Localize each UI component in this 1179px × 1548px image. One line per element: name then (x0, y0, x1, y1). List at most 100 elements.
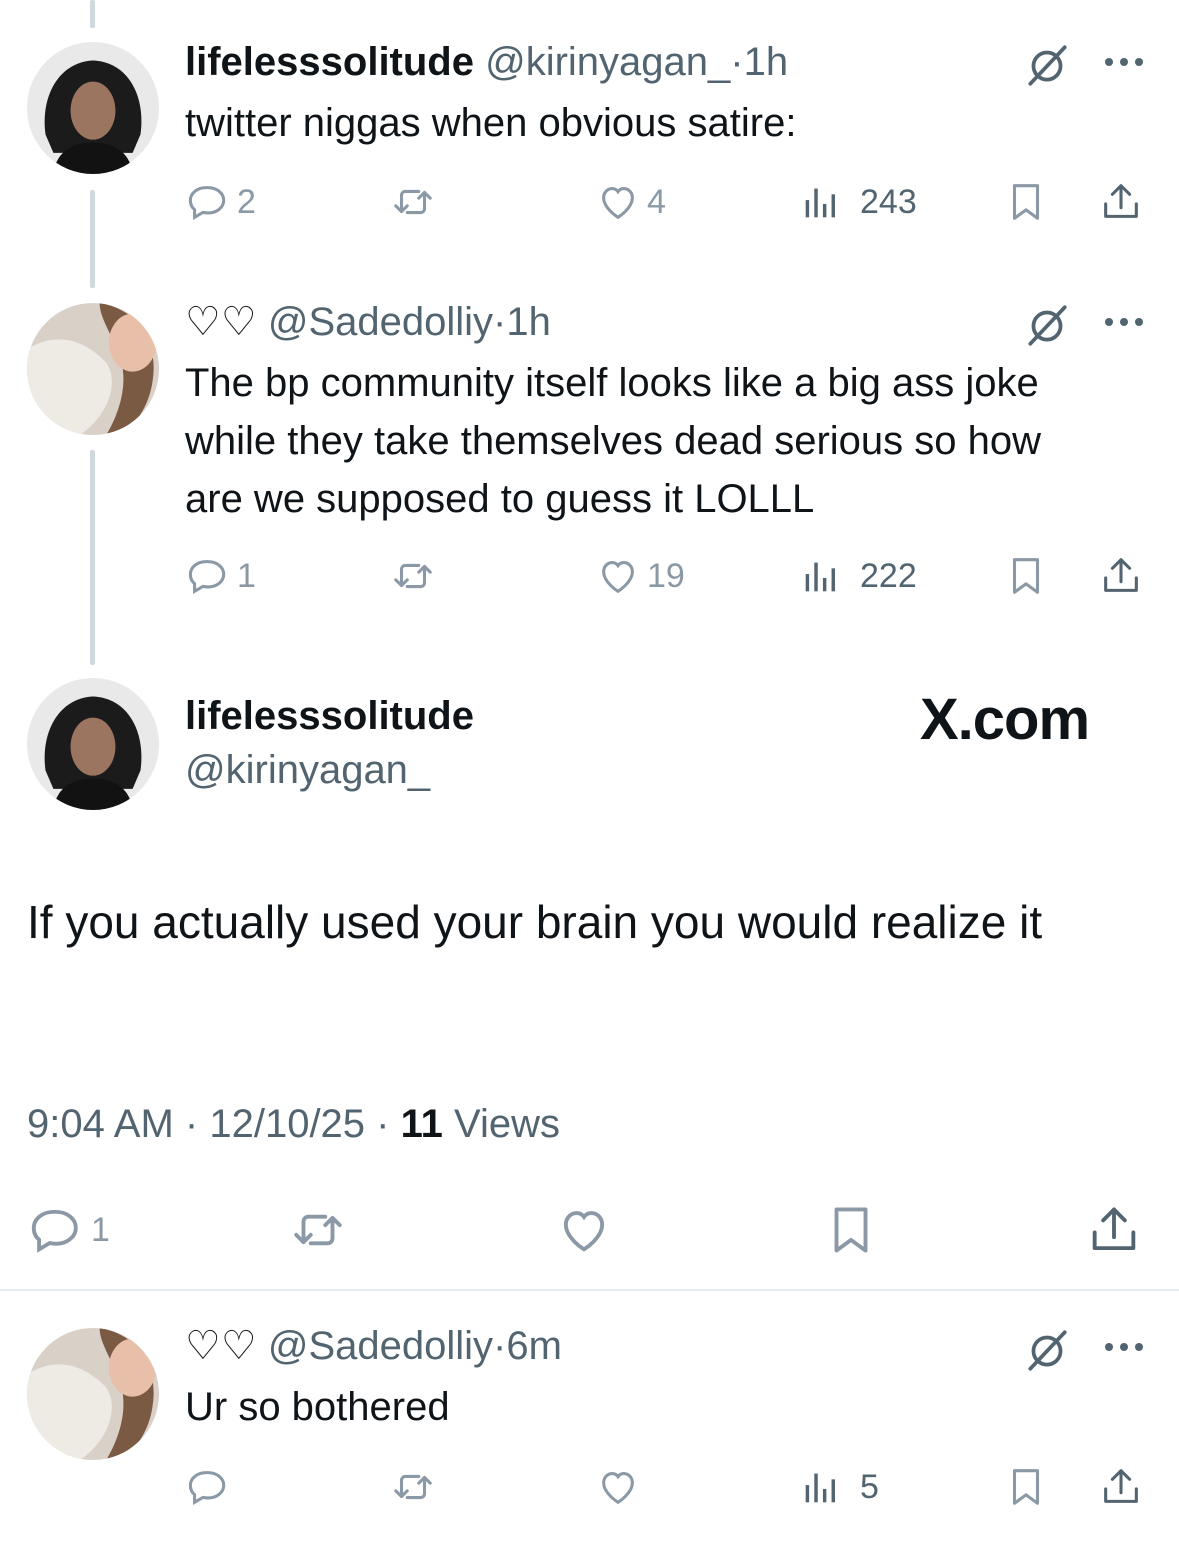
reply-count: 1 (91, 1210, 110, 1249)
like-icon (595, 1464, 641, 1510)
share-icon (1085, 1201, 1143, 1259)
retweet-icon (390, 179, 436, 225)
retweet-icon (289, 1201, 347, 1259)
like-button[interactable]: 19 (595, 551, 685, 601)
retweet-button[interactable] (390, 1462, 436, 1512)
separator: · (493, 300, 507, 344)
display-name[interactable]: ♡♡ (185, 300, 257, 344)
like-button[interactable] (595, 1462, 641, 1512)
avatar[interactable] (27, 42, 159, 174)
avatar-photo (27, 678, 159, 810)
like-icon (595, 553, 641, 599)
share-button[interactable] (1098, 1462, 1144, 1512)
avatar-photo (27, 1328, 159, 1460)
bookmark-icon (822, 1201, 880, 1259)
retweet-button[interactable] (390, 551, 436, 601)
like-button[interactable] (555, 1200, 613, 1260)
view-count: 5 (860, 1467, 879, 1506)
tweet-text: If you actually used your brain you woul… (27, 896, 1043, 948)
thread-line-1 (90, 190, 95, 288)
views-count[interactable]: 11 (401, 1102, 443, 1146)
like-count: 4 (647, 182, 666, 221)
avatar-photo (27, 42, 159, 174)
reply-icon (185, 553, 231, 599)
tweet-date[interactable]: 12/10/25 (209, 1102, 365, 1146)
views-button[interactable]: 243 (798, 177, 917, 227)
more-icon[interactable] (1105, 55, 1145, 69)
share-icon (1098, 179, 1144, 225)
views-icon (798, 553, 844, 599)
separator: · (493, 1324, 507, 1368)
separator: · (184, 1102, 199, 1146)
avatar[interactable] (27, 303, 159, 435)
grok-icon[interactable] (1022, 40, 1072, 90)
views-icon (798, 179, 844, 225)
views-icon (798, 1464, 844, 1510)
display-name[interactable]: lifelesssolitude (185, 694, 474, 739)
reply-button[interactable]: 1 (185, 551, 256, 601)
tweet-header: ♡♡ @Sadedolliy·1h (185, 298, 551, 346)
bookmark-button[interactable] (1003, 551, 1049, 601)
share-icon (1098, 553, 1144, 599)
action-bar: 1 19 222 (185, 551, 1145, 601)
like-icon (595, 179, 641, 225)
timestamp[interactable]: 6m (506, 1324, 562, 1368)
separator: · (730, 40, 744, 84)
view-count: 222 (860, 556, 917, 595)
views-button[interactable]: 222 (798, 551, 917, 601)
handle[interactable]: @kirinyagan_ (485, 40, 730, 84)
reply-icon (27, 1201, 85, 1259)
thread-line-top (90, 0, 95, 28)
bookmark-icon (1003, 1464, 1049, 1510)
action-bar: 1 (27, 1200, 1147, 1260)
handle[interactable]: @Sadedolliy (268, 300, 493, 344)
avatar[interactable] (27, 1328, 159, 1460)
display-name[interactable]: lifelesssolitude (185, 40, 474, 84)
tweet-time[interactable]: 9:04 AM (27, 1102, 174, 1146)
tweet-text: Ur so bothered (185, 1385, 450, 1429)
reply-count: 2 (237, 182, 256, 221)
reply-icon (185, 179, 231, 225)
retweet-icon (390, 553, 436, 599)
like-icon (555, 1201, 613, 1259)
avatar[interactable] (27, 678, 159, 810)
reply-button[interactable] (185, 1462, 231, 1512)
tweet-header: lifelesssolitude @kirinyagan_·1h (185, 38, 788, 86)
handle[interactable]: @Sadedolliy (268, 1324, 493, 1368)
views-button[interactable]: 5 (798, 1462, 879, 1512)
x-watermark: X.com (920, 687, 1090, 752)
view-count: 243 (860, 182, 917, 221)
tweet-meta: 9:04 AM · 12/10/25 · 11 Views (27, 1102, 560, 1147)
share-button[interactable] (1098, 551, 1144, 601)
bookmark-icon (1003, 179, 1049, 225)
reply-button[interactable]: 2 (185, 177, 256, 227)
retweet-button[interactable] (390, 177, 436, 227)
display-name[interactable]: ♡♡ (185, 1324, 257, 1368)
reply-button[interactable]: 1 (27, 1200, 110, 1260)
like-button[interactable]: 4 (595, 177, 666, 227)
avatar-photo (27, 303, 159, 435)
retweet-button[interactable] (289, 1200, 347, 1260)
more-icon[interactable] (1105, 1340, 1145, 1354)
like-count: 19 (647, 556, 685, 595)
more-icon[interactable] (1105, 315, 1145, 329)
handle[interactable]: @kirinyagan_ (185, 748, 430, 793)
tweet-header: ♡♡ @Sadedolliy·6m (185, 1322, 562, 1370)
separator: · (376, 1102, 390, 1146)
grok-icon[interactable] (1022, 300, 1072, 350)
reply-icon (185, 1464, 231, 1510)
timestamp[interactable]: 1h (744, 40, 789, 84)
retweet-icon (390, 1464, 436, 1510)
divider (0, 1289, 1179, 1291)
action-bar: 2 4 243 (185, 177, 1145, 227)
bookmark-button[interactable] (1003, 177, 1049, 227)
timestamp[interactable]: 1h (506, 300, 551, 344)
bookmark-button[interactable] (822, 1200, 880, 1260)
thread-line-2 (90, 450, 95, 665)
bookmark-button[interactable] (1003, 1462, 1049, 1512)
tweet-text: The bp community itself looks like a big… (185, 361, 1042, 521)
share-button[interactable] (1085, 1200, 1143, 1260)
share-icon (1098, 1464, 1144, 1510)
share-button[interactable] (1098, 177, 1144, 227)
grok-icon[interactable] (1022, 1325, 1072, 1375)
